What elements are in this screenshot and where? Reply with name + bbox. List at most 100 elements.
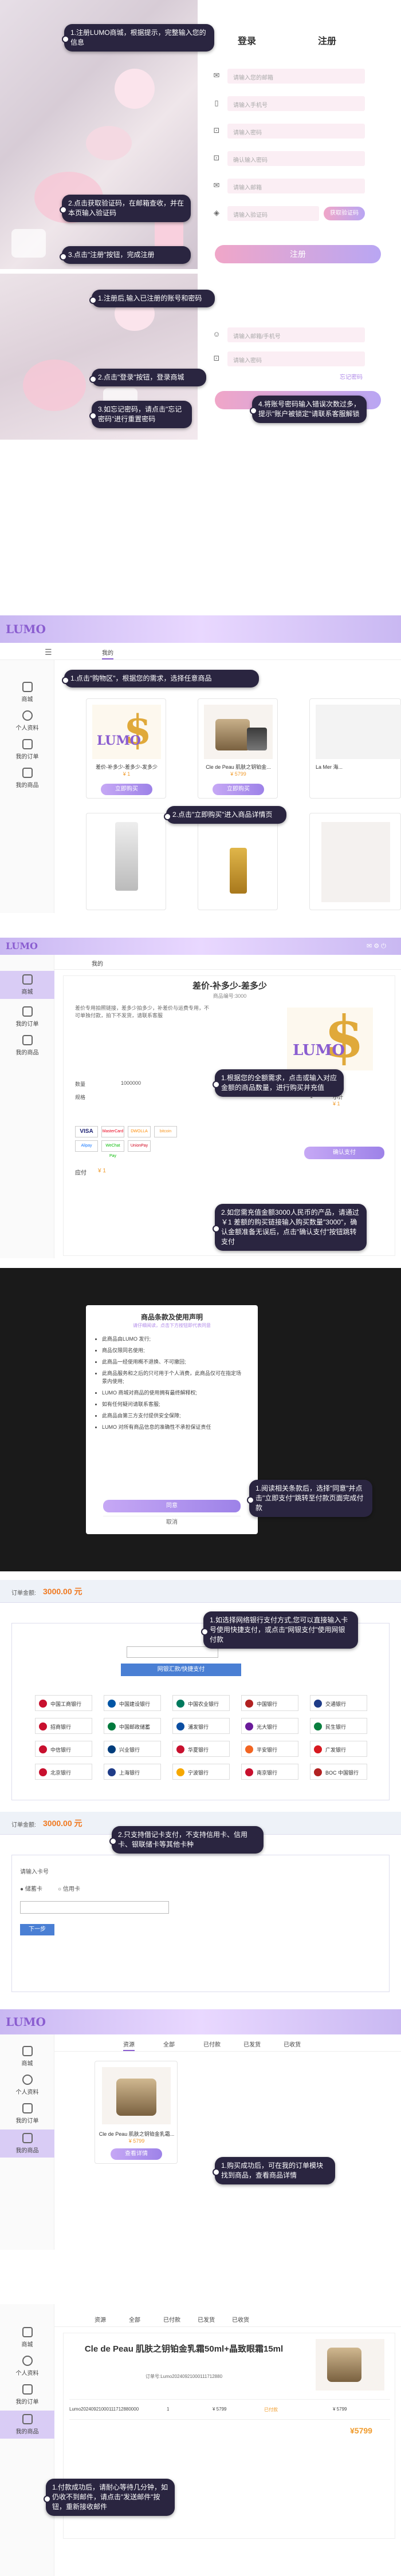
agree-button[interactable]: 同意 xyxy=(103,1500,241,1512)
spec-label: 规格 xyxy=(75,1095,86,1100)
tab-shipped[interactable]: 已发货 xyxy=(198,2315,215,2324)
debit-option[interactable]: ● 储蓄卡 xyxy=(20,1884,42,1893)
bank-icon xyxy=(245,1768,253,1776)
register-button[interactable]: 注册 xyxy=(215,245,381,263)
tab-resource[interactable]: 资源 xyxy=(123,2040,135,2051)
tab-shipped[interactable]: 已发货 xyxy=(243,2040,261,2048)
email-verify-field[interactable]: 请输入邮箱 xyxy=(227,179,365,193)
sidebar-item-shop[interactable]: 商城 xyxy=(0,2046,54,2067)
phone-field[interactable]: 请输入手机号 xyxy=(227,96,365,111)
tab-all[interactable]: 全部 xyxy=(129,2315,140,2324)
card-number-input[interactable] xyxy=(127,1646,218,1658)
bank-option[interactable]: 民生银行 xyxy=(310,1718,367,1734)
verify-code-field[interactable]: 请输入验证码 xyxy=(227,206,319,221)
product-image xyxy=(321,822,390,902)
product-card[interactable]: Cle de Peau 肌肤之钥铂金... ¥ 5799 立即购买 xyxy=(198,698,278,799)
tab-register[interactable]: 注册 xyxy=(318,33,336,47)
tab-my[interactable]: 我的 xyxy=(102,648,113,659)
tip-shop-2: 2.点击"立即购买"进入商品详情页 xyxy=(164,806,286,824)
product-price: ¥ 1 xyxy=(123,771,131,777)
bank-option[interactable]: 广发银行 xyxy=(310,1741,367,1757)
sidebar-item-shop[interactable]: 商城 xyxy=(0,971,54,999)
bank-option[interactable]: 中信银行 xyxy=(35,1741,92,1757)
product-card[interactable] xyxy=(309,813,401,910)
product-card[interactable] xyxy=(198,813,278,910)
product-card[interactable]: $ LUMO 差价-补多少-差多少-发多少 ¥ 1 立即购买 xyxy=(86,698,166,799)
product-card[interactable] xyxy=(86,813,166,910)
bank-option[interactable]: 上海银行 xyxy=(104,1764,161,1780)
order-detail-panel: 资源 全部 已付款 已发货 已收货 商城 个人资料 我的订单 我的商品 Cle … xyxy=(0,2304,401,2576)
netbank-pay-button[interactable]: 网银汇款/快捷支付 xyxy=(121,1664,241,1676)
tab-received[interactable]: 已收货 xyxy=(284,2040,301,2048)
buy-button[interactable]: 立即购买 xyxy=(101,784,152,795)
sidebar-item-shop[interactable]: 商城 xyxy=(0,2327,54,2348)
tab-paid[interactable]: 已付款 xyxy=(203,2040,221,2048)
bank-option[interactable]: 中国工商银行 xyxy=(35,1695,92,1711)
bank-option[interactable]: 交通银行 xyxy=(310,1695,367,1711)
tab-login[interactable]: 登录 xyxy=(238,33,256,47)
bank-option[interactable]: 平安银行 xyxy=(241,1741,298,1757)
bank-icon xyxy=(39,1768,47,1776)
sidebar-item-profile[interactable]: 个人资料 xyxy=(0,2356,54,2377)
sidebar-item-products[interactable]: 我的商品 xyxy=(0,2411,54,2439)
box-icon xyxy=(22,1035,33,1045)
sidebar-item-profile[interactable]: 个人资料 xyxy=(0,2075,54,2096)
credit-option[interactable]: ○ 信用卡 xyxy=(58,1884,80,1893)
bank-option[interactable]: 北京银行 xyxy=(35,1764,92,1780)
tab-paid[interactable]: 已付款 xyxy=(163,2315,180,2324)
email-field[interactable]: 请输入您的邮箱 xyxy=(227,69,365,84)
sidebar-item-orders[interactable]: 我的订单 xyxy=(0,2103,54,2124)
bank-option[interactable]: 浦发银行 xyxy=(172,1718,230,1734)
orders-panel: LUMO 资源 全部 已付款 已发货 已收货 商城 个人资料 我的订单 我的商品… xyxy=(0,2009,401,2250)
product-card[interactable]: La Mer 海... xyxy=(309,698,401,799)
next-button[interactable]: 下一步 xyxy=(20,1924,54,1935)
bank-option[interactable]: 中国农业银行 xyxy=(172,1695,230,1711)
sidebar-item-products[interactable]: 我的商品 xyxy=(0,2129,54,2158)
qty-cell: 1 xyxy=(167,2407,170,2412)
sidebar-item-shop[interactable]: 商城 xyxy=(0,682,54,703)
sidebar-item-products[interactable]: 我的商品 xyxy=(0,768,54,789)
header-icons[interactable]: ✉ ⚙ ⏻ xyxy=(367,942,386,950)
product-title: 差价-补多少-差多少 xyxy=(192,981,267,991)
qty-value[interactable]: 1000000 xyxy=(121,1080,141,1086)
confirm-password-field[interactable]: 确认输入密码 xyxy=(227,151,365,166)
bank-option[interactable]: 中国建设银行 xyxy=(104,1695,161,1711)
bitcoin-logo: bitcoin xyxy=(154,1126,177,1137)
view-detail-button[interactable]: 查看详情 xyxy=(111,2148,162,2160)
status-cell: 已付款 xyxy=(264,2407,278,2412)
sidebar-item-products[interactable]: 我的商品 xyxy=(0,1035,54,1056)
bank-option[interactable]: 宁波银行 xyxy=(172,1764,230,1780)
terms-item: 此商品由LUMO 发行; xyxy=(102,1335,245,1343)
sidebar-item-orders[interactable]: 我的订单 xyxy=(0,1006,54,1028)
bank-icon xyxy=(314,1768,322,1776)
bank-option[interactable]: 兴业银行 xyxy=(104,1741,161,1757)
sidebar-item-profile[interactable]: 个人资料 xyxy=(0,710,54,732)
bank-option[interactable]: 招商银行 xyxy=(35,1718,92,1734)
tab-all[interactable]: 全部 xyxy=(163,2040,175,2048)
password-field[interactable]: 请输入密码 xyxy=(227,124,365,139)
sidebar-item-orders[interactable]: 我的订单 xyxy=(0,739,54,760)
password-field[interactable]: 请输入密码 xyxy=(227,351,365,366)
order-card[interactable]: Cle de Peau 肌肤之钥铂金乳霜... ¥ 5799 查看详情 xyxy=(95,2061,178,2164)
bank-option[interactable]: 中国银行 xyxy=(241,1695,298,1711)
tab-resource[interactable]: 资源 xyxy=(95,2315,106,2324)
bank-option[interactable]: 南京银行 xyxy=(241,1764,298,1780)
subtotal-value: ¥ 1 xyxy=(333,1101,340,1107)
account-field[interactable]: 请输入邮箱/手机号 xyxy=(227,327,365,342)
tab-received[interactable]: 已收货 xyxy=(232,2315,249,2324)
forgot-password-link[interactable]: 忘记密码 xyxy=(340,372,363,381)
bank-option[interactable]: BOC 中国银行 xyxy=(310,1764,367,1780)
get-code-button[interactable]: 获取验证码 xyxy=(324,207,365,220)
tab-my[interactable]: 我的 xyxy=(92,959,103,967)
bank-option[interactable]: 光大银行 xyxy=(241,1718,298,1734)
bank-option[interactable]: 中国邮政储蓄 xyxy=(104,1718,161,1734)
confirm-pay-button[interactable]: 确认支付 xyxy=(304,1147,384,1159)
buy-button[interactable]: 立即购买 xyxy=(213,784,264,795)
card-number-input[interactable] xyxy=(20,1901,169,1914)
sidebar-item-orders[interactable]: 我的订单 xyxy=(0,2384,54,2405)
bank-option[interactable]: 华夏银行 xyxy=(172,1741,230,1757)
menu-icon[interactable]: ☰ xyxy=(45,647,52,657)
product-image: $ LUMO xyxy=(92,705,161,759)
tip-detail-1: 1.根据您的全额需求，点击或输入对应金额的商品数量，进行购买并充值 xyxy=(213,1069,344,1097)
cancel-button[interactable]: 取消 xyxy=(103,1516,241,1528)
